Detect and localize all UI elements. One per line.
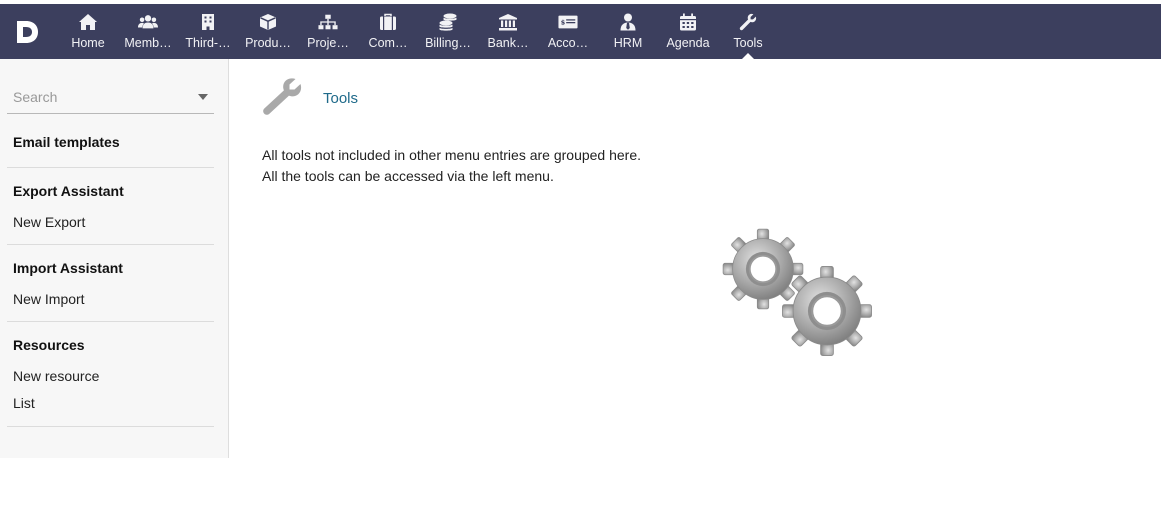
menu-item-third-parties[interactable]: Third-… [178,4,238,59]
menu-item-projects[interactable]: Proje… [298,4,358,59]
menu-link-resources[interactable]: Resources [13,337,85,353]
menu-item-label: Home [71,36,105,50]
left-menu: Email templates Export Assistant New Exp… [0,59,229,458]
description-line: All tools not included in other menu ent… [262,147,642,163]
svg-text:$: $ [561,19,565,26]
building-icon [198,12,218,32]
money-check-icon: $ [558,12,578,32]
menu-item-label: Memb… [124,36,172,50]
home-icon [78,12,98,32]
suitcase-icon [378,12,398,32]
menu-item-hrm[interactable]: HRM [598,4,658,59]
menu-link-email-templates[interactable]: Email templates [13,134,120,150]
gears-icon [722,228,873,357]
menu-item-label: Billing… [425,36,471,50]
main-menu: Home Memb… Third-… Produ… Proje… Com… Bi… [58,4,778,59]
wrench-icon [738,12,758,32]
menu-item-members[interactable]: Memb… [118,4,178,59]
coins-icon [438,12,458,32]
menu-link-new-export[interactable]: New Export [13,214,85,230]
menu-item-tools[interactable]: Tools [718,4,778,59]
menu-item-label: Third-… [185,36,231,50]
chevron-down-icon[interactable] [198,94,208,100]
menu-item-billing[interactable]: Billing… [418,4,478,59]
menu-link-new-import[interactable]: New Import [13,291,85,307]
dolibarr-logo[interactable] [12,17,42,47]
menu-link-export-assistant[interactable]: Export Assistant [13,183,124,199]
menu-item-home[interactable]: Home [58,4,118,59]
calendar-icon [678,12,698,32]
menu-item-label: Com… [368,36,408,50]
menu-item-label: Tools [733,36,763,50]
menu-item-bank[interactable]: Bank… [478,4,538,59]
main-content: Tools All tools not included in other me… [229,59,1161,458]
menu-section-email-templates: Email templates [7,120,214,168]
user-tie-icon [618,12,638,32]
wrench-icon [263,78,302,115]
search-box[interactable] [7,83,214,114]
logo-icon [17,21,38,43]
menu-item-commercial[interactable]: Com… [358,4,418,59]
menu-link-import-assistant[interactable]: Import Assistant [13,260,123,276]
bank-icon [498,12,518,32]
search-input[interactable] [13,89,183,105]
menu-item-label: Bank… [487,36,529,50]
menu-item-label: Proje… [307,36,349,50]
menu-item-label: Produ… [245,36,291,50]
sitemap-icon [318,12,338,32]
menu-item-label: Acco… [547,36,589,50]
description-line: All the tools can be accessed via the le… [262,168,554,184]
menu-link-resource-list[interactable]: List [13,395,35,411]
menu-item-label: Agenda [666,36,710,50]
menu-item-label: HRM [613,36,643,50]
top-menu-bar: Home Memb… Third-… Produ… Proje… Com… Bi… [0,4,1161,59]
page-title: Tools [323,90,359,107]
menu-section-export-assistant: Export Assistant New Export [7,168,214,245]
menu-section-resources: Resources New resource List [7,322,214,427]
menu-section-import-assistant: Import Assistant New Import [7,245,214,322]
cube-icon [258,12,278,32]
menu-item-agenda[interactable]: Agenda [658,4,718,59]
menu-item-products[interactable]: Produ… [238,4,298,59]
menu-link-new-resource[interactable]: New resource [13,368,99,384]
menu-item-accounting[interactable]: $ Acco… [538,4,598,59]
users-icon [138,12,158,32]
